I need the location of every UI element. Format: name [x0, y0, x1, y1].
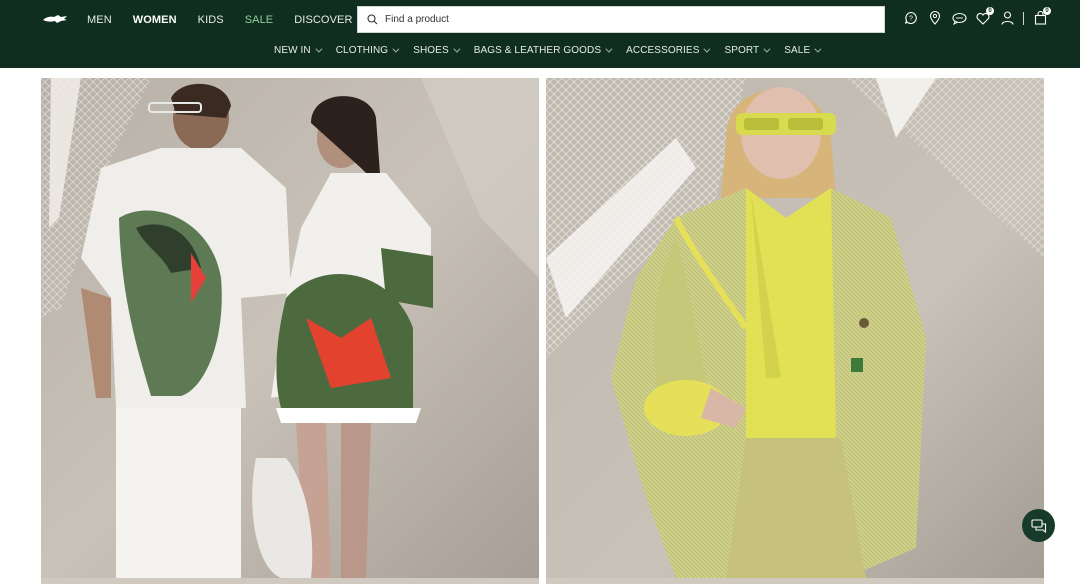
next-row-image-peek — [546, 578, 1044, 584]
nav-men[interactable]: MEN — [87, 13, 112, 27]
chevron-down-icon — [703, 45, 711, 53]
category-label: SPORT — [724, 45, 760, 56]
category-label: NEW IN — [274, 45, 311, 56]
category-new-in[interactable]: NEW IN — [274, 45, 323, 56]
help-icon[interactable]: ? — [903, 10, 919, 26]
chat-bubbles-icon[interactable] — [951, 10, 967, 26]
cart-icon[interactable]: 0 — [1032, 7, 1051, 26]
editorial-image-yellow-tweed[interactable] — [546, 78, 1044, 578]
chevron-down-icon — [605, 45, 613, 53]
chevron-down-icon — [315, 45, 323, 53]
nav-discover[interactable]: DISCOVER — [294, 13, 352, 27]
header-icons: ? 0 0 — [903, 7, 1056, 26]
category-sport[interactable]: SPORT — [724, 45, 771, 56]
svg-text:?: ? — [909, 16, 913, 23]
category-sale[interactable]: SALE — [784, 45, 822, 56]
category-label: BAGS & LEATHER GOODS — [473, 45, 602, 56]
chevron-down-icon — [392, 45, 400, 53]
chat-support-button[interactable] — [1022, 509, 1055, 542]
search-input[interactable] — [385, 14, 865, 25]
cart-count-badge: 0 — [1043, 7, 1051, 15]
category-label: SALE — [784, 45, 811, 56]
category-clothing[interactable]: CLOTHING — [335, 45, 400, 56]
main-navigation: MEN WOMEN KIDS SALE DISCOVER — [87, 13, 374, 27]
wishlist-count-badge: 0 — [986, 7, 994, 15]
category-accessories[interactable]: ACCESSORIES — [626, 45, 711, 56]
category-label: ACCESSORIES — [626, 45, 700, 56]
search-icon — [367, 14, 378, 25]
next-row-image-peek — [41, 578, 539, 584]
nav-sale[interactable]: SALE — [245, 13, 274, 27]
account-icon[interactable] — [999, 10, 1015, 26]
header-divider — [1023, 11, 1024, 25]
site-header: MEN WOMEN KIDS SALE DISCOVER ? 0 — [0, 0, 1080, 68]
editorial-image-crocodile-print[interactable] — [41, 78, 539, 578]
chevron-down-icon — [763, 45, 771, 53]
nav-women[interactable]: WOMEN — [133, 13, 177, 27]
category-shoes[interactable]: SHOES — [413, 45, 461, 56]
chat-support-icon — [1030, 518, 1046, 533]
category-label: SHOES — [413, 45, 449, 56]
category-navigation: NEW IN CLOTHING SHOES BAGS & LEATHER GOO… — [274, 45, 835, 56]
crocodile-logo-icon[interactable] — [42, 11, 68, 27]
chevron-down-icon — [814, 45, 822, 53]
chevron-down-icon — [453, 45, 461, 53]
category-label: CLOTHING — [335, 45, 389, 56]
search-bar[interactable] — [357, 6, 885, 33]
store-locator-icon[interactable] — [927, 10, 943, 26]
category-bags[interactable]: BAGS & LEATHER GOODS — [473, 45, 613, 56]
nav-kids[interactable]: KIDS — [198, 13, 224, 27]
wishlist-heart-icon[interactable]: 0 — [975, 7, 994, 26]
